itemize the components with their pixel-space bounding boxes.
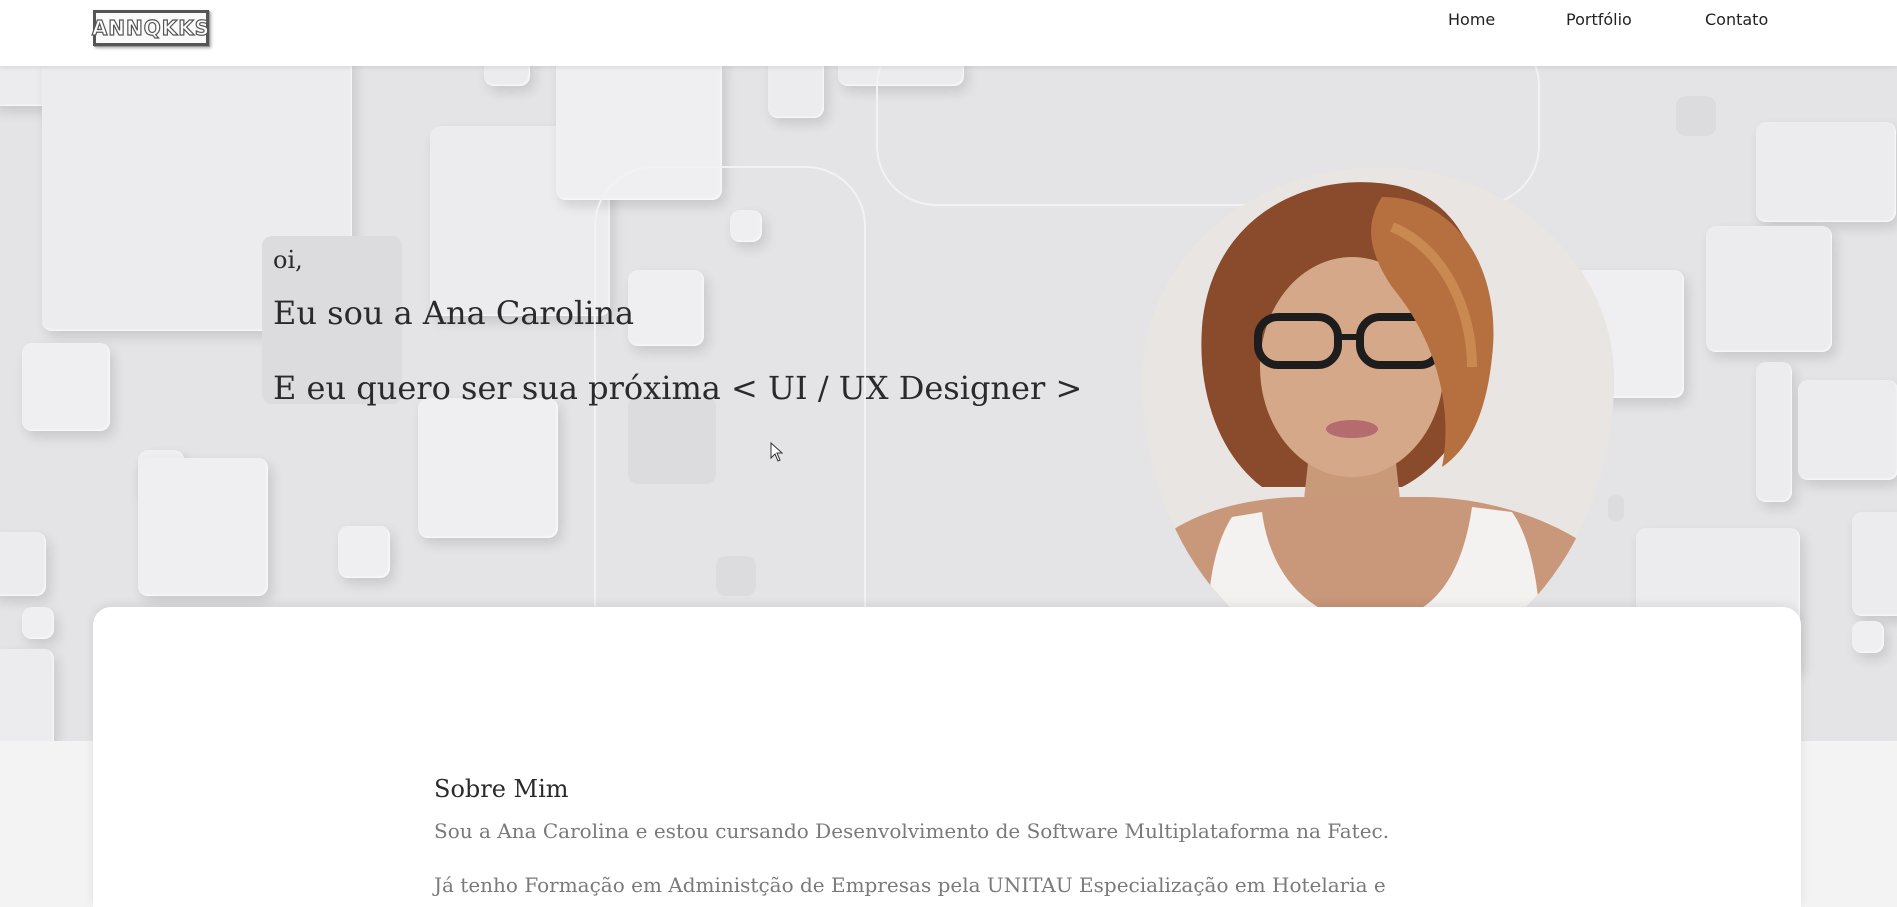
top-navbar: ANNQKKS Home Portfólio Contato — [0, 0, 1897, 66]
about-paragraph: Sou a Ana Carolina e estou cursando Dese… — [434, 819, 1390, 843]
profile-photo — [1142, 167, 1614, 672]
about-card: Sobre Mim Sou a Ana Carolina e estou cur… — [93, 607, 1801, 907]
hero-name-heading: Eu sou a Ana Carolina — [273, 294, 635, 332]
about-paragraph: Já tenho Formação em Administção de Empr… — [434, 873, 1386, 897]
nav-link-contact[interactable]: Contato — [1705, 10, 1768, 29]
mouse-cursor-icon — [770, 442, 784, 462]
hero-greeting: oi, — [273, 246, 303, 274]
nav-link-portfolio[interactable]: Portfólio — [1566, 10, 1632, 29]
main-nav: Home Portfólio Contato — [0, 10, 1897, 30]
hero-tagline: E eu quero ser sua próxima < UI / UX Des… — [273, 369, 1083, 407]
nav-link-home[interactable]: Home — [1448, 10, 1495, 29]
about-title: Sobre Mim — [434, 775, 569, 803]
